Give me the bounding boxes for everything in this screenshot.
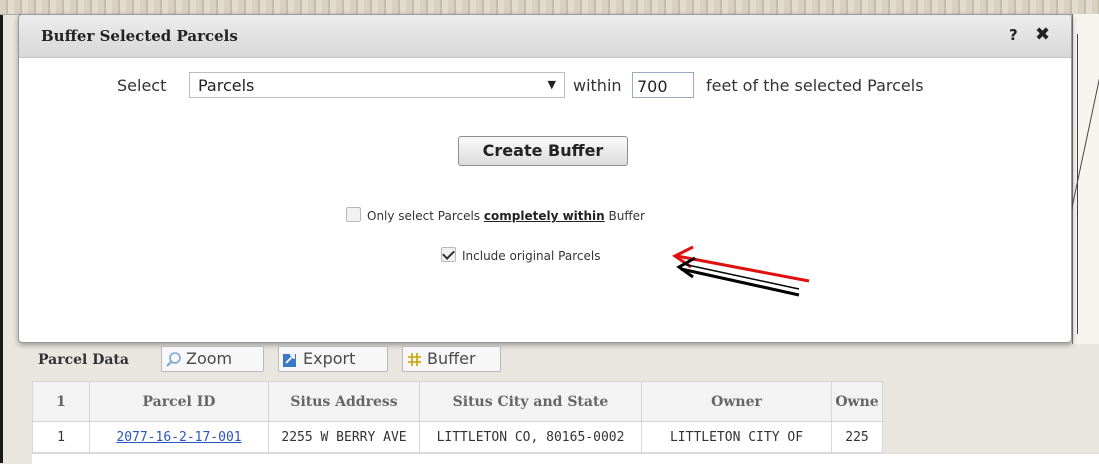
distance-input[interactable]	[632, 72, 694, 98]
only-select-suffix: Buffer	[608, 209, 645, 223]
feet-label: feet of the selected Parcels	[706, 76, 924, 95]
within-label: within	[573, 76, 622, 95]
export-icon	[283, 354, 296, 367]
only-select-prefix: Only select Parcels	[367, 209, 481, 223]
dialog-titlebar[interactable]: Buffer Selected Parcels ? ✖	[19, 15, 1071, 58]
include-original-option[interactable]: Include original Parcels	[441, 247, 600, 263]
column-header[interactable]: Owner	[641, 381, 832, 422]
include-original-checkbox[interactable]	[441, 247, 456, 262]
table-footer-area	[32, 453, 1099, 464]
owner-extra-cell: 225	[831, 421, 883, 453]
layer-select-value: Parcels	[198, 76, 255, 95]
only-select-emphasis: completely within	[483, 209, 605, 223]
parcel-table: 1 Parcel ID Situs Address Situs City and…	[32, 381, 883, 453]
table-row[interactable]: 1 2077-16-2-17-001 2255 W BERRY AVE LITT…	[32, 421, 883, 453]
column-header[interactable]: 1	[32, 381, 90, 422]
include-original-label: Include original Parcels	[462, 249, 601, 263]
owner-cell: LITTLETON CITY OF	[641, 421, 832, 453]
buffer-label: Buffer	[427, 349, 476, 368]
map-side-strip[interactable]	[1070, 14, 1099, 344]
magnifier-icon	[166, 352, 181, 367]
parcel-id-cell: 2077-16-2-17-001	[89, 421, 269, 453]
only-select-checkbox[interactable]	[346, 207, 361, 222]
buffer-dialog: Buffer Selected Parcels ? ✖ Select Parce…	[18, 14, 1072, 343]
buffer-grid-icon	[408, 353, 421, 366]
annotation-arrows	[672, 245, 810, 297]
create-buffer-button[interactable]: Create Buffer	[458, 136, 628, 166]
export-button[interactable]: Export	[278, 346, 388, 372]
window-edge	[0, 0, 3, 463]
zoom-button[interactable]: Zoom	[161, 346, 264, 372]
only-select-option[interactable]: Only select Parcels completely within Bu…	[346, 207, 645, 223]
dropdown-arrow-icon: ▼	[547, 78, 556, 91]
dialog-title: Buffer Selected Parcels	[41, 27, 238, 45]
situs-address-cell: 2255 W BERRY AVE	[268, 421, 420, 453]
situs-city-cell: LITTLETON CO, 80165-0002	[419, 421, 642, 453]
red-arrow-icon	[672, 245, 810, 283]
column-header[interactable]: Situs Address	[268, 381, 420, 422]
layer-select[interactable]: Parcels ▼	[189, 72, 565, 98]
panel-title: Parcel Data	[38, 352, 129, 368]
column-header[interactable]: Parcel ID	[89, 381, 269, 422]
zoom-label: Zoom	[186, 349, 233, 368]
close-icon[interactable]: ✖	[1035, 24, 1050, 45]
column-header[interactable]: Situs City and State	[419, 381, 642, 422]
select-label: Select	[117, 76, 167, 95]
table-header-row: 1 Parcel ID Situs Address Situs City and…	[32, 381, 883, 422]
buffer-button[interactable]: Buffer	[402, 346, 501, 372]
map-background[interactable]	[0, 0, 1099, 15]
parcel-id-link[interactable]: 2077-16-2-17-001	[116, 430, 241, 445]
row-number: 1	[32, 421, 90, 453]
help-icon[interactable]: ?	[1009, 26, 1018, 44]
column-header[interactable]: Owne	[831, 381, 883, 422]
export-label: Export	[303, 349, 356, 368]
